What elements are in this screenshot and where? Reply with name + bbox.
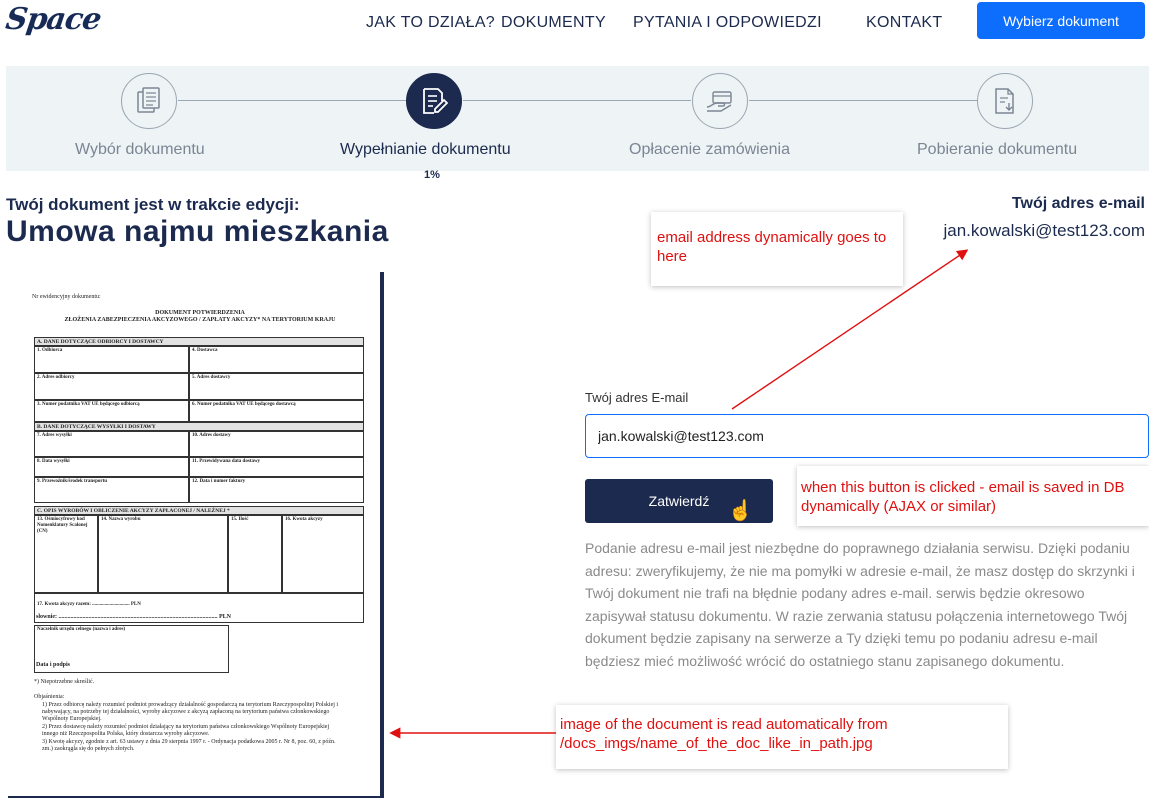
email-heading: Twój adres e-mail: [1011, 195, 1145, 212]
payment-hand-icon: [692, 73, 748, 129]
email-info-paragraph: Podanie adresu e-mail jest niezbędne do …: [585, 540, 1135, 669]
doc-slownie: słownie: ...............................…: [36, 614, 231, 620]
nav-faq[interactable]: PYTANIA I ODPOWIEDZI: [633, 14, 822, 32]
doc-cell: 6. Numer podatnika VAT UE będącego dosta…: [189, 400, 364, 422]
document-divider: [380, 272, 384, 798]
doc-cell: 12. Data i numer faktury: [189, 477, 364, 503]
annotation-email: email address dynamically goes to here: [651, 212, 903, 286]
email-field[interactable]: [585, 414, 1149, 458]
step-label-choose: Wybór dokumentu: [75, 141, 205, 158]
edit-document-icon: [406, 73, 462, 129]
annotation-button: when this button is clicked - email is s…: [797, 466, 1149, 526]
stepper-connector: [749, 100, 977, 101]
download-document-icon: [977, 73, 1033, 129]
doc-cell: 4. Dostawca: [189, 346, 364, 373]
doc-section-a: A. DANE DOTYCZĄCE ODBIORCY I DOSTAWCY: [34, 337, 364, 346]
doc-cell: 5. Adres dostawcy: [189, 373, 364, 400]
doc-section-b: B. DANE DOTYCZĄCE WYSYŁKI I DOSTAWY: [34, 422, 364, 431]
step-label-download: Pobieranie dokumentu: [917, 141, 1078, 158]
stepper-connector: [178, 100, 406, 101]
doc-explanation: 2) Przez dostawcę należy rozumieć podmio…: [42, 724, 330, 737]
step-label-payment: Opłacenie zamówienia: [629, 141, 790, 158]
document-preview-image: Nr ewidencyjny dokumentu: DOKUMENT POTWI…: [24, 282, 376, 792]
doc-section-c: C. OPIS WYROBÓW I OBLICZENIE AKCYZY ZAPŁ…: [34, 506, 364, 515]
doc-cell: 7. Adres wysyłki: [34, 431, 189, 457]
doc-cell: 16. Kwota akcyzy: [282, 515, 364, 593]
doc-cell: 1. Odbiorca: [34, 346, 189, 373]
doc-cell: 10. Adres dostawy: [189, 431, 364, 457]
doc-title-line2: ZŁOŻENIA ZABEZPIECZENIA AKCYZOWEGO / ZAP…: [64, 317, 336, 323]
document-status-subtitle: Twój dokument jest w trakcie edycji:: [6, 195, 300, 214]
nav-contact[interactable]: KONTAKT: [866, 14, 942, 32]
doc-cell: 13. Ośmiocyfrowy kod Nomenklatury Scalon…: [34, 515, 98, 593]
doc-explanation: 1) Przez odbiorcę należy rozumieć podmio…: [42, 702, 339, 722]
doc-cell: 2. Adres odbiorcy: [34, 373, 189, 400]
doc-explanation: 3) Kwotę akcyzy, zgodnie z art. 63 ustaw…: [42, 739, 336, 752]
doc-footnote: *) Niepotrzebne skreślić.: [34, 679, 95, 685]
logo[interactable]: Space: [4, 2, 103, 37]
progress-percent: 1%: [424, 169, 440, 181]
doc-explanations-title: Objaśnienia:: [34, 694, 65, 700]
doc-cell: 9. Przewoźnik/środek transportu: [34, 477, 189, 503]
document-stack-icon: [121, 73, 177, 129]
doc-cell: 14. Nazwa wyrobu: [98, 515, 228, 593]
doc-cell: 8. Data wysyłki: [34, 457, 189, 477]
doc-title-line1: DOKUMENT POTWIERDZENIA: [155, 310, 245, 316]
doc-evid: Nr ewidencyjny dokumentu:: [32, 294, 101, 300]
choose-document-button[interactable]: Wybierz dokument: [977, 2, 1145, 39]
document-title: Umowa najmu mieszkania: [6, 215, 389, 248]
email-field-label: Twój adres E-mail: [585, 390, 689, 405]
annotation-image: image of the document is read automatica…: [556, 705, 1008, 769]
doc-cell: 3. Numer podatnika VAT UE będącego odbio…: [34, 400, 189, 422]
doc-cell: 11. Przewidywana data dostawy: [189, 457, 364, 477]
doc-date-sign: Data i podpis: [36, 662, 71, 668]
pointer-cursor-icon: ☝: [728, 500, 753, 522]
doc-cell: 15. Ilość: [228, 515, 282, 593]
nav-documents[interactable]: DOKUMENTY: [501, 14, 606, 32]
nav-how-it-works[interactable]: JAK TO DZIAŁA?: [366, 14, 495, 32]
email-display: jan.kowalski@test123.com: [943, 221, 1145, 240]
stepper-connector: [463, 100, 691, 101]
step-label-fill: Wypełnianie dokumentu: [340, 141, 511, 158]
